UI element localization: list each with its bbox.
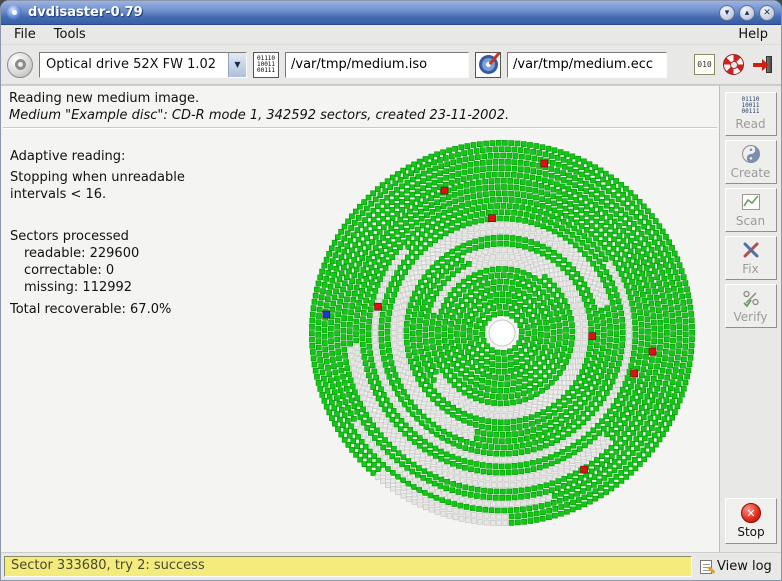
status-message: Sector 333680, try 2: success bbox=[4, 556, 692, 577]
window-title: dvdisaster-0.79 bbox=[28, 5, 143, 20]
scan-button[interactable]: Scan bbox=[725, 188, 777, 232]
stopping-line-2: intervals < 16. bbox=[10, 186, 185, 203]
verify-button[interactable]: Verify bbox=[725, 284, 777, 328]
statusbar: Sector 333680, try 2: success View log bbox=[1, 552, 781, 580]
create-button[interactable]: Create bbox=[725, 140, 777, 184]
main-area: Reading new medium image. Medium "Exampl… bbox=[1, 85, 719, 552]
ecc-path-input[interactable] bbox=[507, 52, 667, 78]
drive-combobox[interactable]: Optical drive 52X FW 1.02 ▼ bbox=[39, 52, 247, 78]
view-log-button[interactable]: View log bbox=[692, 559, 778, 574]
minimize-button[interactable]: ▾ bbox=[719, 5, 735, 21]
iso-path-input[interactable] bbox=[285, 52, 469, 78]
menu-help[interactable]: Help bbox=[729, 26, 777, 43]
stop-x-icon: ✕ bbox=[741, 503, 761, 523]
info-panel: Adaptive reading: Stopping when unreadab… bbox=[10, 148, 185, 318]
lifebelt-hole bbox=[730, 61, 738, 69]
read-binary-icon: 01110 10011 00111 bbox=[741, 97, 759, 115]
yin-yang-icon bbox=[741, 144, 761, 164]
toolbar: Optical drive 52X FW 1.02 ▼ 01110 10011 … bbox=[1, 45, 781, 85]
digits-icon[interactable]: 010 bbox=[694, 54, 715, 75]
readable-count: readable: 229600 bbox=[10, 245, 185, 262]
log-page-icon bbox=[700, 560, 712, 574]
titlebar: dvdisaster-0.79 ▾ ▴ ✕ bbox=[1, 1, 781, 25]
adaptive-reading-title: Adaptive reading: bbox=[10, 148, 185, 165]
disc-spiral-visualization bbox=[295, 126, 709, 540]
menubar: File Tools Help bbox=[1, 25, 781, 45]
ecc-file-icon bbox=[475, 52, 501, 78]
missing-count: missing: 112992 bbox=[10, 279, 185, 296]
drive-icon bbox=[7, 52, 33, 78]
iso-file-icon: 01110 10011 00111 bbox=[253, 52, 279, 78]
sectors-processed-title: Sectors processed bbox=[10, 228, 185, 245]
scan-chart-icon bbox=[741, 192, 761, 212]
arrow-head bbox=[762, 59, 769, 71]
medium-info-line: Medium "Example disc": CD-R mode 1, 3425… bbox=[9, 108, 509, 123]
correctable-count: correctable: 0 bbox=[10, 262, 185, 279]
chevron-down-icon[interactable]: ▼ bbox=[228, 53, 246, 77]
view-log-label: View log bbox=[717, 559, 772, 574]
window-controls: ▾ ▴ ✕ bbox=[719, 5, 775, 21]
scan-button-label: Scan bbox=[736, 214, 765, 228]
verify-button-label: Verify bbox=[733, 310, 767, 324]
quit-icon[interactable] bbox=[752, 54, 773, 75]
toolbar-right-group: 010 bbox=[694, 54, 775, 75]
window: dvdisaster-0.79 ▾ ▴ ✕ File Tools Help Op… bbox=[0, 0, 782, 581]
help-lifebelt-icon[interactable] bbox=[723, 54, 744, 75]
create-button-label: Create bbox=[731, 166, 771, 180]
read-button-label: Read bbox=[735, 117, 765, 131]
stopping-line-1: Stopping when unreadable bbox=[10, 169, 185, 186]
fix-button[interactable]: Fix bbox=[725, 236, 777, 280]
fix-button-label: Fix bbox=[742, 262, 758, 276]
menu-tools[interactable]: Tools bbox=[45, 26, 95, 43]
stop-button-label: Stop bbox=[737, 525, 764, 539]
binary-text-icon: 01110 10011 00111 bbox=[257, 56, 275, 74]
action-sidebar: 01110 10011 00111 Read Create Scan bbox=[719, 85, 781, 552]
stop-button[interactable]: ✕ Stop bbox=[725, 498, 777, 544]
app-icon[interactable] bbox=[7, 5, 22, 20]
drive-ring-icon bbox=[15, 59, 26, 70]
maximize-button[interactable]: ▴ bbox=[739, 5, 755, 21]
total-recoverable: Total recoverable: 67.0% bbox=[10, 301, 185, 318]
read-button[interactable]: 01110 10011 00111 Read bbox=[725, 92, 777, 136]
fix-tools-icon bbox=[741, 240, 761, 260]
drive-combobox-value: Optical drive 52X FW 1.02 bbox=[40, 53, 228, 77]
arrow-bar bbox=[753, 63, 762, 67]
close-button[interactable]: ✕ bbox=[759, 5, 775, 21]
verify-percent-icon bbox=[741, 288, 761, 308]
menu-file[interactable]: File bbox=[5, 26, 45, 43]
reading-status-line: Reading new medium image. bbox=[9, 91, 199, 106]
